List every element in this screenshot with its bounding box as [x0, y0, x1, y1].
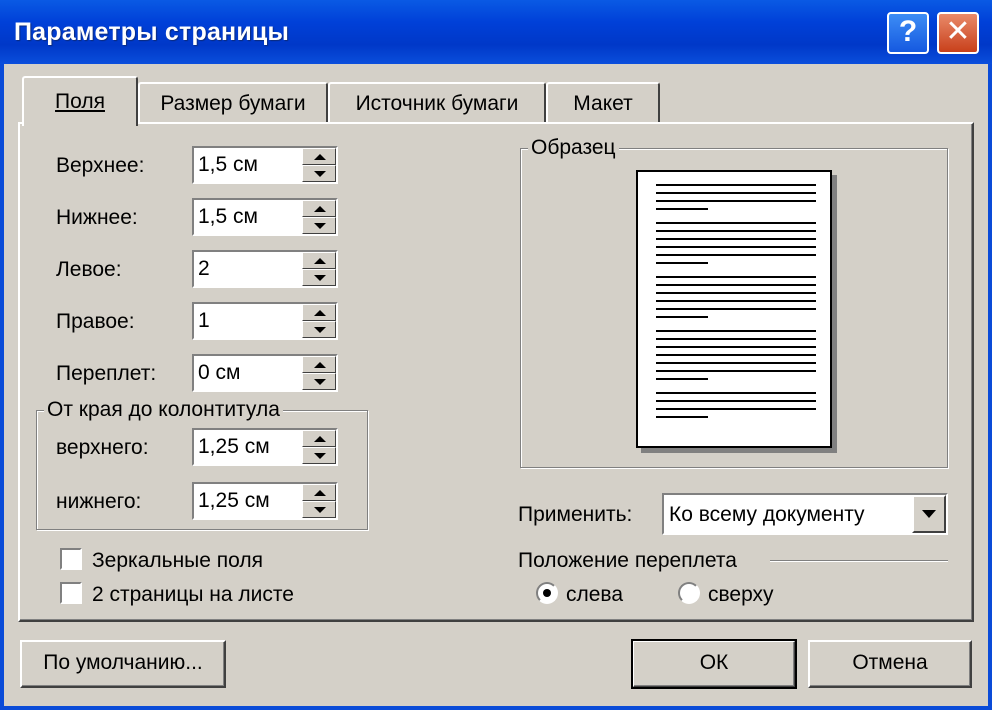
bottom-margin-up-button[interactable]: [302, 200, 336, 217]
arrow-up-icon: [314, 436, 326, 442]
window-title: Параметры страницы: [14, 18, 290, 46]
gutter-label: Переплет:: [56, 362, 157, 385]
header-distance-label: верхнего:: [56, 436, 149, 459]
left-margin-value[interactable]: 2: [198, 257, 210, 281]
footer-distance-down-button[interactable]: [302, 501, 336, 518]
top-margin-label: Верхнее:: [56, 154, 145, 177]
window-frame-left: [0, 64, 4, 710]
left-margin-up-button[interactable]: [302, 252, 336, 269]
right-margin-up-button[interactable]: [302, 304, 336, 321]
header-footer-legend: От края до колонтитула: [44, 398, 283, 422]
chevron-down-icon: [922, 510, 936, 518]
gutter-left-label[interactable]: слева: [566, 583, 623, 607]
bottom-margin-label: Нижнее:: [56, 206, 138, 229]
window-frame-bottom: [0, 706, 992, 710]
left-margin-down-button[interactable]: [302, 269, 336, 286]
radio-dot-icon: [543, 589, 551, 597]
tab-margins[interactable]: Поля: [22, 76, 138, 126]
gutter-top-label[interactable]: сверху: [708, 583, 774, 607]
arrow-down-icon: [314, 379, 326, 385]
top-margin-down-button[interactable]: [302, 165, 336, 182]
right-margin-label: Правое:: [56, 310, 135, 333]
tab-margins-label: Поля: [55, 90, 105, 113]
arrow-down-icon: [314, 275, 326, 281]
right-margin-spinner[interactable]: 1: [192, 302, 338, 340]
gutter-top-radio[interactable]: [678, 582, 700, 604]
arrow-up-icon: [314, 490, 326, 496]
footer-distance-spinner[interactable]: 1,25 см: [192, 482, 338, 520]
footer-distance-value[interactable]: 1,25 см: [198, 489, 270, 513]
arrow-up-icon: [314, 258, 326, 264]
top-margin-up-button[interactable]: [302, 148, 336, 165]
gutter-left-radio[interactable]: [536, 582, 558, 604]
header-distance-down-button[interactable]: [302, 447, 336, 464]
tab-layout-label: Макет: [573, 92, 633, 115]
arrow-down-icon: [314, 327, 326, 333]
mirror-margins-checkbox[interactable]: [60, 548, 82, 570]
ok-button[interactable]: ОК: [631, 639, 797, 689]
apply-to-label: Применить:: [518, 503, 633, 526]
tab-layout[interactable]: Макет: [546, 82, 660, 124]
cancel-button[interactable]: Отмена: [808, 640, 972, 688]
bottom-margin-value[interactable]: 1,5 см: [198, 205, 258, 229]
left-margin-label: Левое:: [56, 258, 122, 281]
tab-paper-size[interactable]: Размер бумаги: [138, 82, 328, 124]
tab-paper-size-label: Размер бумаги: [160, 92, 306, 115]
preview-legend: Образец: [528, 136, 619, 160]
default-button[interactable]: По умолчанию...: [20, 640, 226, 688]
preview-page: [636, 170, 832, 448]
arrow-down-icon: [314, 223, 326, 229]
right-margin-value[interactable]: 1: [198, 309, 210, 333]
help-button[interactable]: ?: [887, 12, 929, 54]
arrow-up-icon: [314, 362, 326, 368]
top-margin-value[interactable]: 1,5 см: [198, 153, 258, 177]
right-margin-down-button[interactable]: [302, 321, 336, 338]
header-distance-up-button[interactable]: [302, 430, 336, 447]
two-pages-checkbox[interactable]: [60, 582, 82, 604]
mirror-margins-label[interactable]: Зеркальные поля: [92, 549, 263, 573]
gutter-spinner[interactable]: 0 см: [192, 354, 338, 392]
gutter-up-button[interactable]: [302, 356, 336, 373]
gutter-position-legend: Положение переплета: [518, 549, 737, 572]
close-button[interactable]: ✕: [937, 12, 979, 54]
left-margin-spinner[interactable]: 2: [192, 250, 338, 288]
footer-distance-label: нижнего:: [56, 490, 142, 513]
header-distance-spinner[interactable]: 1,25 см: [192, 428, 338, 466]
two-pages-label[interactable]: 2 страницы на листе: [92, 583, 294, 607]
arrow-down-icon: [314, 453, 326, 459]
title-bar[interactable]: Параметры страницы ? ✕: [0, 0, 992, 64]
arrow-down-icon: [314, 507, 326, 513]
window-frame-right: [988, 64, 992, 710]
bottom-margin-spinner[interactable]: 1,5 см: [192, 198, 338, 236]
footer-distance-up-button[interactable]: [302, 484, 336, 501]
arrow-down-icon: [314, 171, 326, 177]
header-distance-value[interactable]: 1,25 см: [198, 435, 270, 459]
gutter-down-button[interactable]: [302, 373, 336, 390]
arrow-up-icon: [314, 206, 326, 212]
apply-to-value[interactable]: Ко всему документу: [669, 503, 865, 527]
apply-to-dropdown-button[interactable]: [912, 495, 946, 533]
gutter-position-separator: [770, 560, 948, 561]
arrow-up-icon: [314, 154, 326, 160]
top-margin-spinner[interactable]: 1,5 см: [192, 146, 338, 184]
tab-paper-source[interactable]: Источник бумаги: [328, 82, 546, 124]
tab-paper-source-label: Источник бумаги: [355, 92, 519, 115]
arrow-up-icon: [314, 310, 326, 316]
bottom-margin-down-button[interactable]: [302, 217, 336, 234]
gutter-value[interactable]: 0 см: [198, 361, 240, 385]
page-setup-dialog: Параметры страницы ? ✕ Поля Размер бумаг…: [0, 0, 992, 710]
apply-to-select[interactable]: Ко всему документу: [662, 493, 948, 535]
